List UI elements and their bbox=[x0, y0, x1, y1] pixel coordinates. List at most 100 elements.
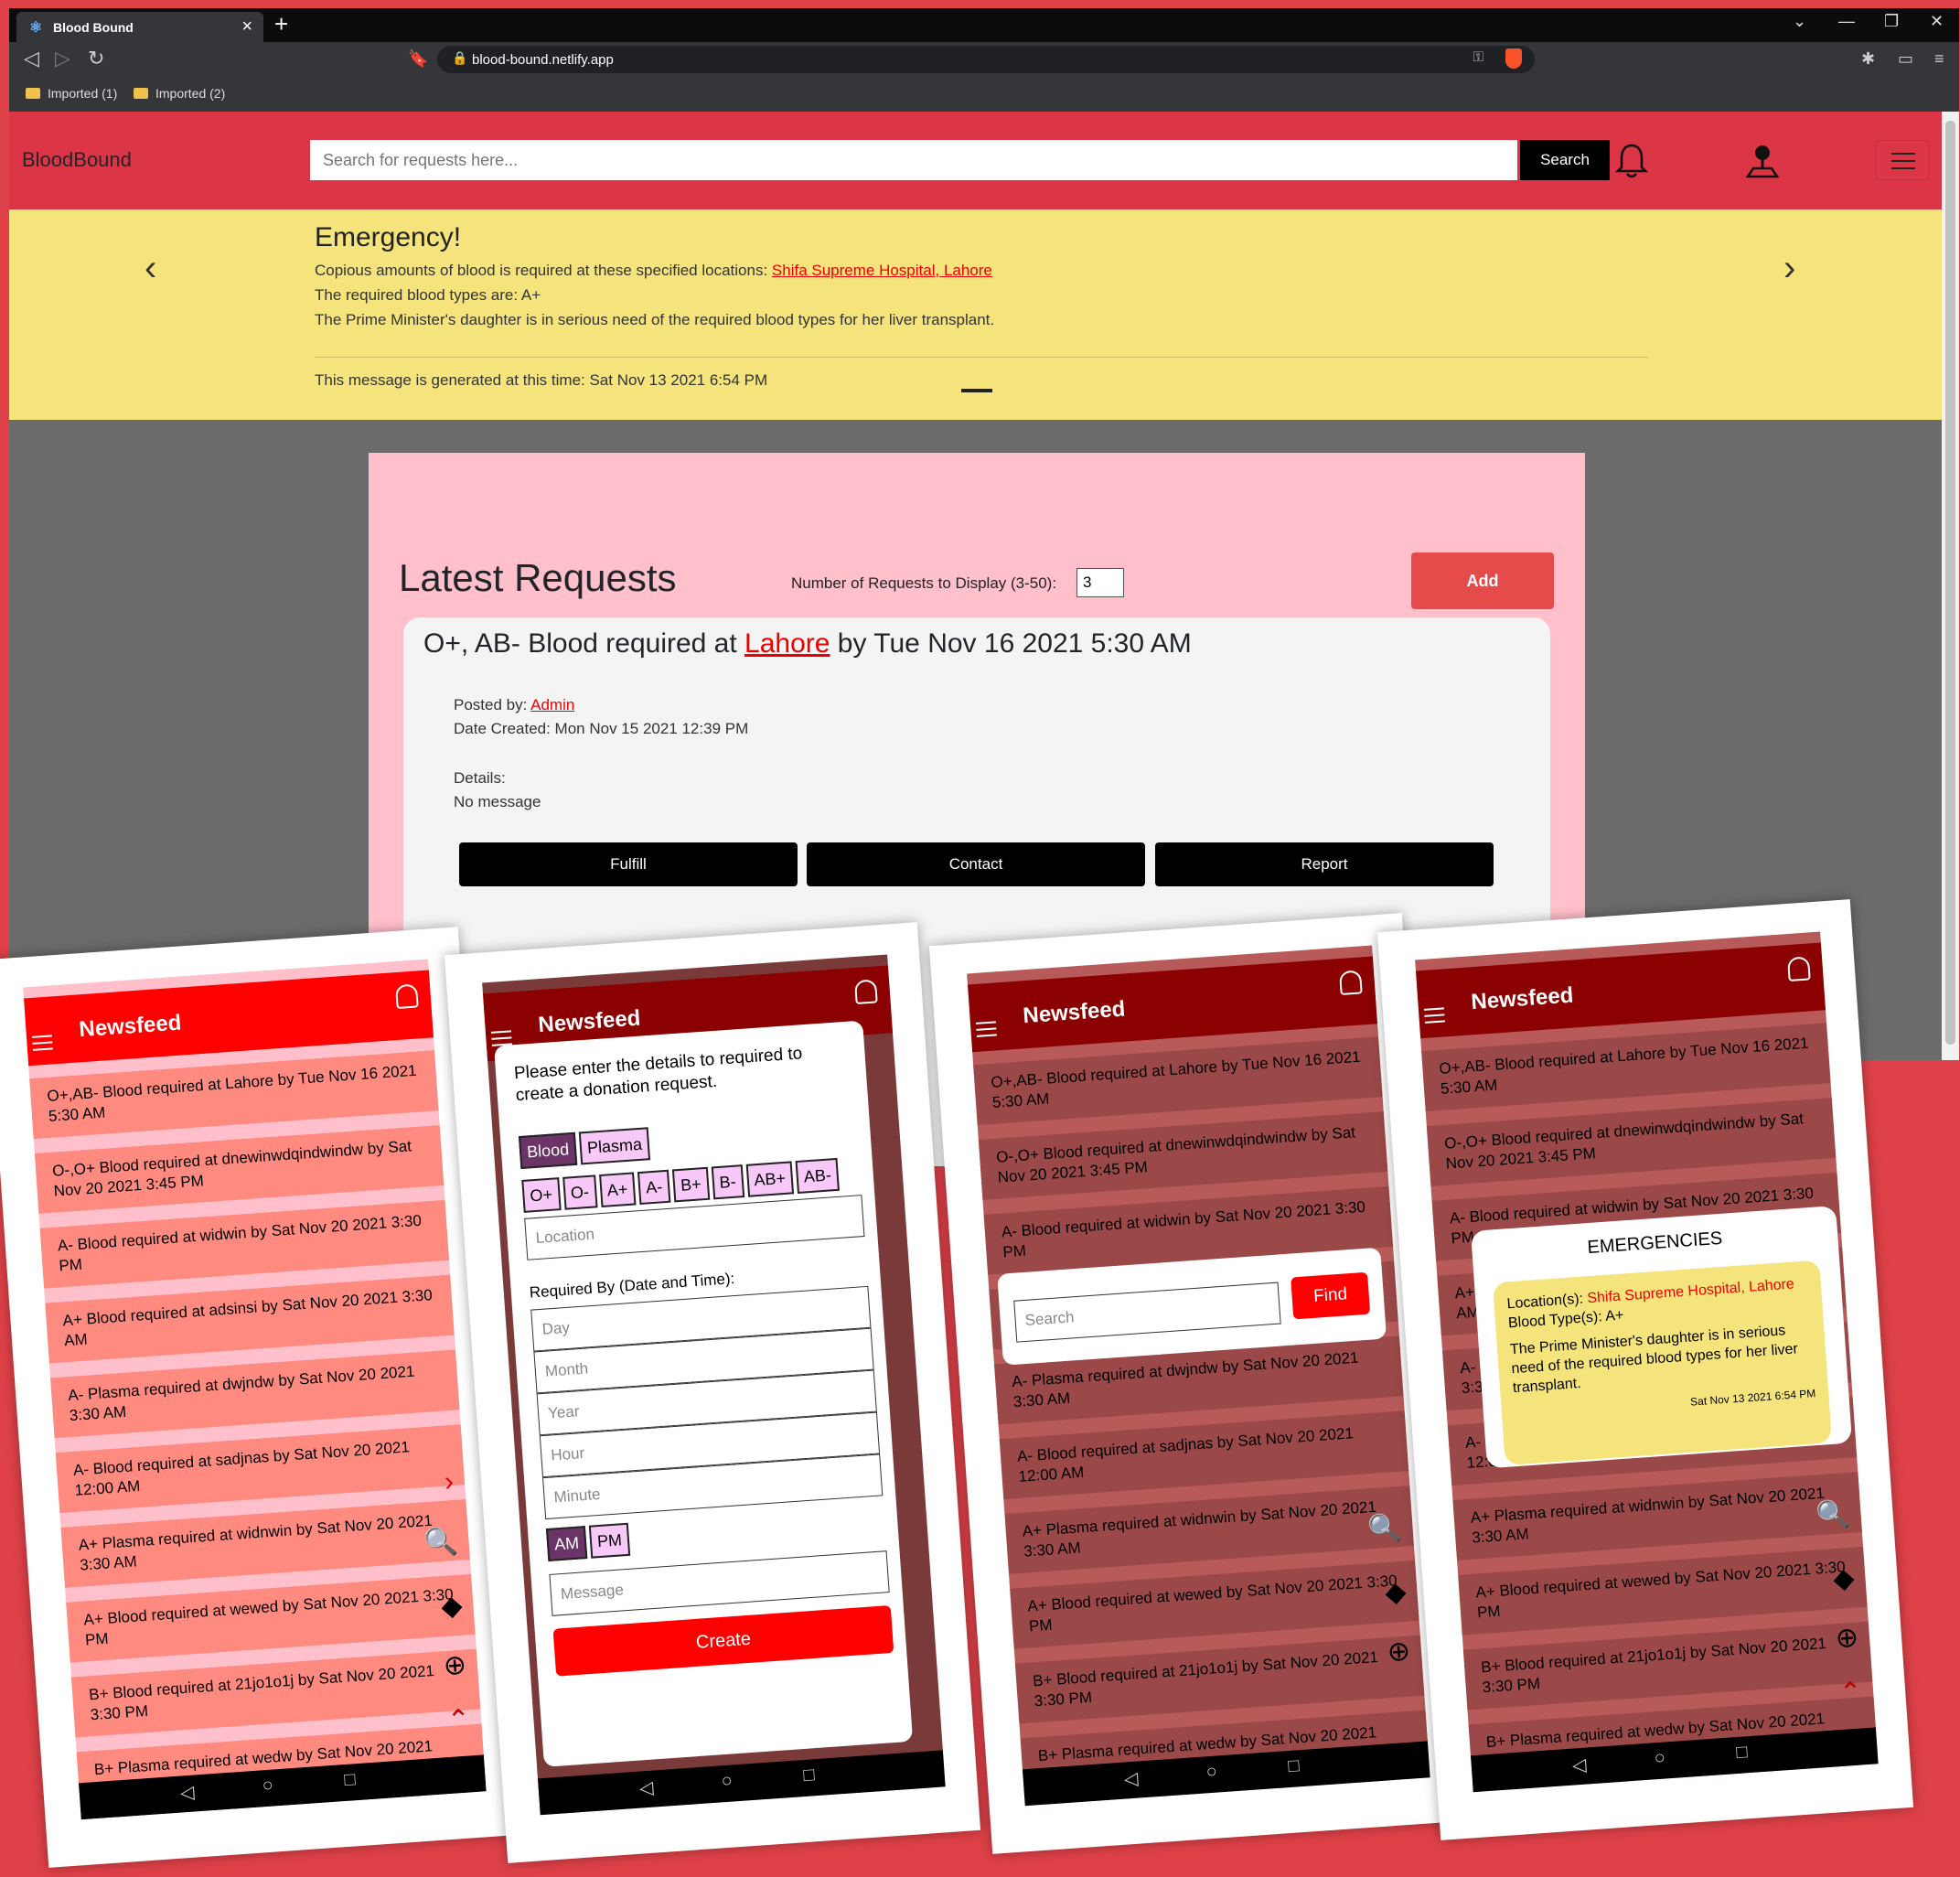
minimize-icon[interactable]: — bbox=[1838, 12, 1855, 31]
am-toggle[interactable]: AM bbox=[545, 1526, 588, 1561]
scrollbar-thumb[interactable] bbox=[1945, 121, 1955, 1045]
user-profile-icon[interactable] bbox=[1745, 143, 1780, 179]
create-button[interactable]: Create bbox=[552, 1604, 894, 1677]
android-back-icon[interactable]: ◁ bbox=[638, 1776, 654, 1800]
type-ab-neg[interactable]: AB- bbox=[795, 1157, 841, 1194]
android-home-icon[interactable]: ○ bbox=[721, 1771, 734, 1793]
forward-icon[interactable]: ▷ bbox=[55, 47, 70, 70]
fulfill-button[interactable]: Fulfill bbox=[459, 842, 798, 886]
tab-list-icon[interactable]: ⌄ bbox=[1793, 12, 1806, 31]
feed-item[interactable]: O-,O+ Blood required at dnewinwdqindwind… bbox=[34, 1125, 444, 1214]
feed-item[interactable]: A+ Plasma required at widnwin by Sat Nov… bbox=[1004, 1486, 1414, 1574]
request-location-link[interactable]: Lahore bbox=[744, 628, 830, 659]
kind-plasma-toggle[interactable]: Plasma bbox=[578, 1127, 651, 1165]
type-o-pos[interactable]: O+ bbox=[521, 1177, 562, 1213]
notification-bell-icon[interactable] bbox=[394, 983, 419, 1010]
android-home-icon[interactable]: ○ bbox=[262, 1775, 274, 1797]
type-ab-pos[interactable]: AB+ bbox=[745, 1161, 795, 1197]
feed-item[interactable]: A+ Plasma required at widnwin by Sat Nov… bbox=[1452, 1472, 1862, 1561]
brand-logo[interactable]: BloodBound bbox=[22, 148, 132, 172]
new-tab-icon[interactable]: + bbox=[274, 10, 288, 38]
search-fab-icon[interactable]: 🔍 bbox=[423, 1526, 459, 1561]
feed-item[interactable]: O+,AB- Blood required at Lahore by Tue N… bbox=[973, 1036, 1383, 1126]
emergency-fab-icon[interactable]: ◆ bbox=[440, 1590, 463, 1624]
type-o-neg[interactable]: O- bbox=[562, 1174, 598, 1210]
pm-toggle[interactable]: PM bbox=[588, 1522, 631, 1559]
type-b-pos[interactable]: B+ bbox=[671, 1166, 710, 1203]
find-input[interactable]: Search bbox=[1013, 1282, 1281, 1343]
search-fab-icon[interactable]: 🔍 bbox=[1815, 1498, 1851, 1533]
notification-bell-icon[interactable] bbox=[1338, 970, 1363, 996]
search-button[interactable]: Search bbox=[1520, 140, 1610, 180]
chevron-up-icon[interactable]: ⌃ bbox=[1838, 1676, 1864, 1710]
android-home-icon[interactable]: ○ bbox=[1205, 1762, 1218, 1784]
android-back-icon[interactable]: ◁ bbox=[179, 1781, 195, 1805]
search-fab-icon[interactable]: 🔍 bbox=[1366, 1512, 1403, 1547]
drawer-menu-icon[interactable] bbox=[975, 1021, 997, 1041]
carousel-prev-icon[interactable]: ‹ bbox=[145, 248, 156, 289]
extensions-icon[interactable]: ✱ bbox=[1861, 49, 1875, 69]
wallet-icon[interactable]: ▭ bbox=[1898, 49, 1913, 69]
contact-button[interactable]: Contact bbox=[807, 842, 1145, 886]
add-fab-icon[interactable]: ⊕ bbox=[443, 1649, 468, 1683]
notification-bell-icon[interactable] bbox=[853, 979, 878, 1005]
bookmark-icon[interactable]: 🔖 bbox=[408, 49, 428, 69]
feed-item[interactable]: A+ Blood required at wewed by Sat Nov 20… bbox=[1010, 1560, 1419, 1649]
android-recents-icon[interactable]: □ bbox=[1736, 1742, 1749, 1764]
key-icon[interactable]: ⚿ bbox=[1473, 49, 1483, 65]
restore-icon[interactable]: ❐ bbox=[1884, 12, 1899, 31]
android-recents-icon[interactable]: □ bbox=[1288, 1755, 1301, 1777]
emergency-fab-icon[interactable]: ◆ bbox=[1384, 1576, 1407, 1610]
carousel-indicator[interactable] bbox=[961, 389, 992, 392]
close-window-icon[interactable]: ✕ bbox=[1930, 12, 1944, 31]
navbar-toggle-button[interactable] bbox=[1875, 140, 1930, 180]
add-request-button[interactable]: Add bbox=[1411, 552, 1554, 609]
feed-item[interactable]: A- Blood required at sadjnas by Sat Nov … bbox=[55, 1424, 466, 1514]
request-count-input[interactable] bbox=[1076, 568, 1124, 597]
menu-icon[interactable]: ≡ bbox=[1934, 49, 1944, 69]
reload-icon[interactable]: ↻ bbox=[88, 47, 104, 70]
feed-item[interactable]: A+ Plasma required at widnwin by Sat Nov… bbox=[60, 1499, 470, 1588]
feed-item[interactable]: O+,AB- Blood required at Lahore by Tue N… bbox=[1421, 1023, 1831, 1112]
address-bar[interactable]: 🔒 blood-bound.netlify.app ⚿ bbox=[437, 46, 1535, 73]
tab-blood-bound[interactable]: ⚛ Blood Bound × bbox=[16, 12, 263, 42]
feed-item[interactable]: A- Blood required at widwin by Sat Nov 2… bbox=[39, 1199, 450, 1289]
feed-item[interactable]: A+ Blood required at wewed by Sat Nov 20… bbox=[66, 1573, 476, 1663]
android-back-icon[interactable]: ◁ bbox=[1123, 1767, 1139, 1791]
drawer-menu-icon[interactable] bbox=[1423, 1007, 1445, 1027]
find-button[interactable]: Find bbox=[1291, 1271, 1371, 1320]
add-fab-icon[interactable]: ⊕ bbox=[1387, 1636, 1412, 1669]
notification-bell-icon[interactable] bbox=[1615, 143, 1648, 179]
search-input[interactable] bbox=[310, 140, 1517, 180]
report-button[interactable]: Report bbox=[1155, 842, 1494, 886]
emergency-fab-icon[interactable]: ◆ bbox=[1832, 1562, 1855, 1596]
android-recents-icon[interactable]: □ bbox=[344, 1769, 357, 1791]
feed-item[interactable]: B+ Blood required at 21jo1o1j by Sat Nov… bbox=[70, 1648, 481, 1738]
feed-item[interactable]: O+,AB- Blood required at Lahore by Tue N… bbox=[29, 1050, 439, 1140]
back-icon[interactable]: ◁ bbox=[24, 47, 39, 70]
feed-item[interactable]: A+ Blood required at wewed by Sat Nov 20… bbox=[1458, 1546, 1868, 1636]
chevron-up-icon[interactable]: ⌃ bbox=[446, 1703, 472, 1737]
posted-by-link[interactable]: Admin bbox=[530, 696, 574, 713]
close-tab-icon[interactable]: × bbox=[241, 16, 252, 38]
message-input[interactable]: Message bbox=[549, 1550, 890, 1616]
notification-bell-icon[interactable] bbox=[1786, 956, 1811, 982]
feed-item[interactable]: A- Blood required at sadjnas by Sat Nov … bbox=[999, 1410, 1409, 1500]
emergency-location-link[interactable]: Shifa Supreme Hospital, Lahore bbox=[772, 262, 992, 279]
android-recents-icon[interactable]: □ bbox=[803, 1764, 816, 1786]
feed-item[interactable]: B+ Blood required at 21jo1o1j by Sat Nov… bbox=[1014, 1635, 1425, 1724]
scrollbar[interactable] bbox=[1942, 112, 1959, 1060]
type-a-neg[interactable]: A- bbox=[637, 1169, 671, 1206]
drawer-menu-icon[interactable] bbox=[31, 1035, 53, 1055]
emergency-card[interactable]: Location(s): Shifa Supreme Hospital, Lah… bbox=[1492, 1260, 1833, 1465]
add-fab-icon[interactable]: ⊕ bbox=[1835, 1622, 1860, 1656]
carousel-next-icon[interactable]: › bbox=[1783, 248, 1795, 289]
kind-blood-toggle[interactable]: Blood bbox=[518, 1132, 578, 1170]
feed-item[interactable]: B+ Blood required at 21jo1o1j by Sat Nov… bbox=[1462, 1621, 1873, 1711]
bookmark-folder-2[interactable]: Imported (2) bbox=[134, 86, 225, 101]
feed-item[interactable]: A- Plasma required at dwjndw by Sat Nov … bbox=[49, 1349, 460, 1439]
android-back-icon[interactable]: ◁ bbox=[1571, 1754, 1587, 1777]
type-b-neg[interactable]: B- bbox=[711, 1164, 744, 1200]
feed-item[interactable]: O-,O+ Blood required at dnewinwdqindwind… bbox=[1426, 1098, 1837, 1186]
brave-shield-icon[interactable] bbox=[1505, 48, 1522, 69]
